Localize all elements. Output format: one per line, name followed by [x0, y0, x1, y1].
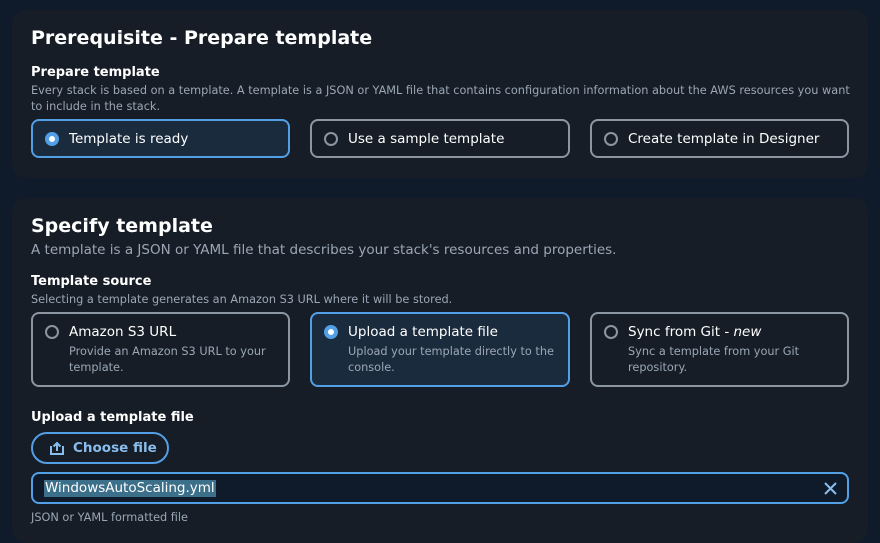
- new-badge: new: [733, 324, 762, 340]
- source-description: Upload your template directly to the con…: [348, 345, 554, 374]
- source-sync-from-git[interactable]: Sync from Git - new Sync a template from…: [590, 312, 849, 387]
- prerequisite-title: Prerequisite - Prepare template: [31, 27, 373, 49]
- option-template-ready[interactable]: Template is ready: [31, 119, 290, 158]
- source-description: Sync a template from your Git repository…: [628, 345, 800, 374]
- radio-icon: [324, 132, 338, 146]
- option-sample-template[interactable]: Use a sample template: [310, 119, 570, 158]
- close-icon[interactable]: [824, 482, 837, 495]
- radio-selected-icon: [324, 325, 338, 339]
- source-amazon-s3-url[interactable]: Amazon S3 URL Provide an Amazon S3 URL t…: [31, 312, 290, 387]
- file-format-hint: JSON or YAML formatted file: [31, 511, 189, 524]
- specify-template-panel: Specify template A template is a JSON or…: [12, 198, 868, 543]
- template-source-description: Selecting a template generates an Amazon…: [31, 293, 453, 306]
- source-label: Upload a template file: [348, 324, 498, 340]
- radio-selected-icon: [45, 132, 59, 146]
- choose-file-label: Choose file: [73, 440, 157, 456]
- source-label: Amazon S3 URL: [69, 324, 177, 340]
- choose-file-button[interactable]: Choose file: [31, 432, 169, 464]
- upload-file-label: Upload a template file: [31, 410, 194, 425]
- upload-icon: [50, 441, 64, 455]
- file-name-field[interactable]: WindowsAutoScaling.yml: [31, 472, 849, 504]
- option-designer[interactable]: Create template in Designer: [590, 119, 849, 158]
- option-label: Use a sample template: [348, 131, 505, 147]
- source-upload-file[interactable]: Upload a template file Upload your templ…: [310, 312, 570, 387]
- radio-icon: [604, 325, 618, 339]
- file-name-value: WindowsAutoScaling.yml: [44, 480, 216, 497]
- option-label: Create template in Designer: [628, 131, 820, 147]
- source-description: Provide an Amazon S3 URL to your templat…: [69, 345, 266, 374]
- radio-icon: [45, 325, 59, 339]
- source-label-text: Sync from Git -: [628, 324, 734, 340]
- radio-icon: [604, 132, 618, 146]
- specify-template-subtitle: A template is a JSON or YAML file that d…: [31, 242, 617, 258]
- prerequisite-panel: Prerequisite - Prepare template Prepare …: [12, 10, 868, 178]
- prepare-template-description: Every stack is based on a template. A te…: [31, 84, 850, 113]
- option-label: Template is ready: [69, 131, 189, 147]
- template-source-label: Template source: [31, 274, 152, 289]
- prepare-template-label: Prepare template: [31, 65, 160, 80]
- specify-template-title: Specify template: [31, 215, 213, 237]
- source-label: Sync from Git - new: [628, 324, 761, 340]
